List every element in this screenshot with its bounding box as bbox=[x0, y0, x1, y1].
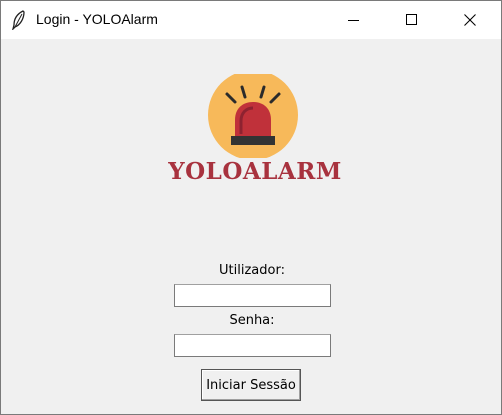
username-input[interactable] bbox=[174, 284, 331, 307]
app-logo: YOLOALARM bbox=[167, 74, 343, 192]
password-input[interactable] bbox=[174, 334, 331, 357]
password-label: Senha: bbox=[229, 313, 275, 328]
minimize-icon bbox=[348, 20, 359, 21]
title-bar[interactable]: Login - YOLOAlarm bbox=[1, 1, 501, 39]
maximize-button[interactable] bbox=[389, 1, 435, 39]
username-label: Utilizador: bbox=[219, 263, 285, 278]
logo-text: YOLOALARM bbox=[168, 158, 342, 185]
maximize-icon bbox=[406, 14, 417, 25]
close-icon bbox=[464, 14, 476, 26]
minimize-button[interactable] bbox=[331, 1, 377, 39]
window-title: Login - YOLOAlarm bbox=[36, 11, 158, 27]
feather-icon bbox=[12, 10, 25, 30]
close-button[interactable] bbox=[447, 1, 493, 39]
login-window: Login - YOLOAlarm YOLOALARM Utilizador: … bbox=[0, 0, 502, 415]
login-button[interactable]: Iniciar Sessão bbox=[201, 369, 301, 401]
siren-icon bbox=[208, 74, 298, 158]
